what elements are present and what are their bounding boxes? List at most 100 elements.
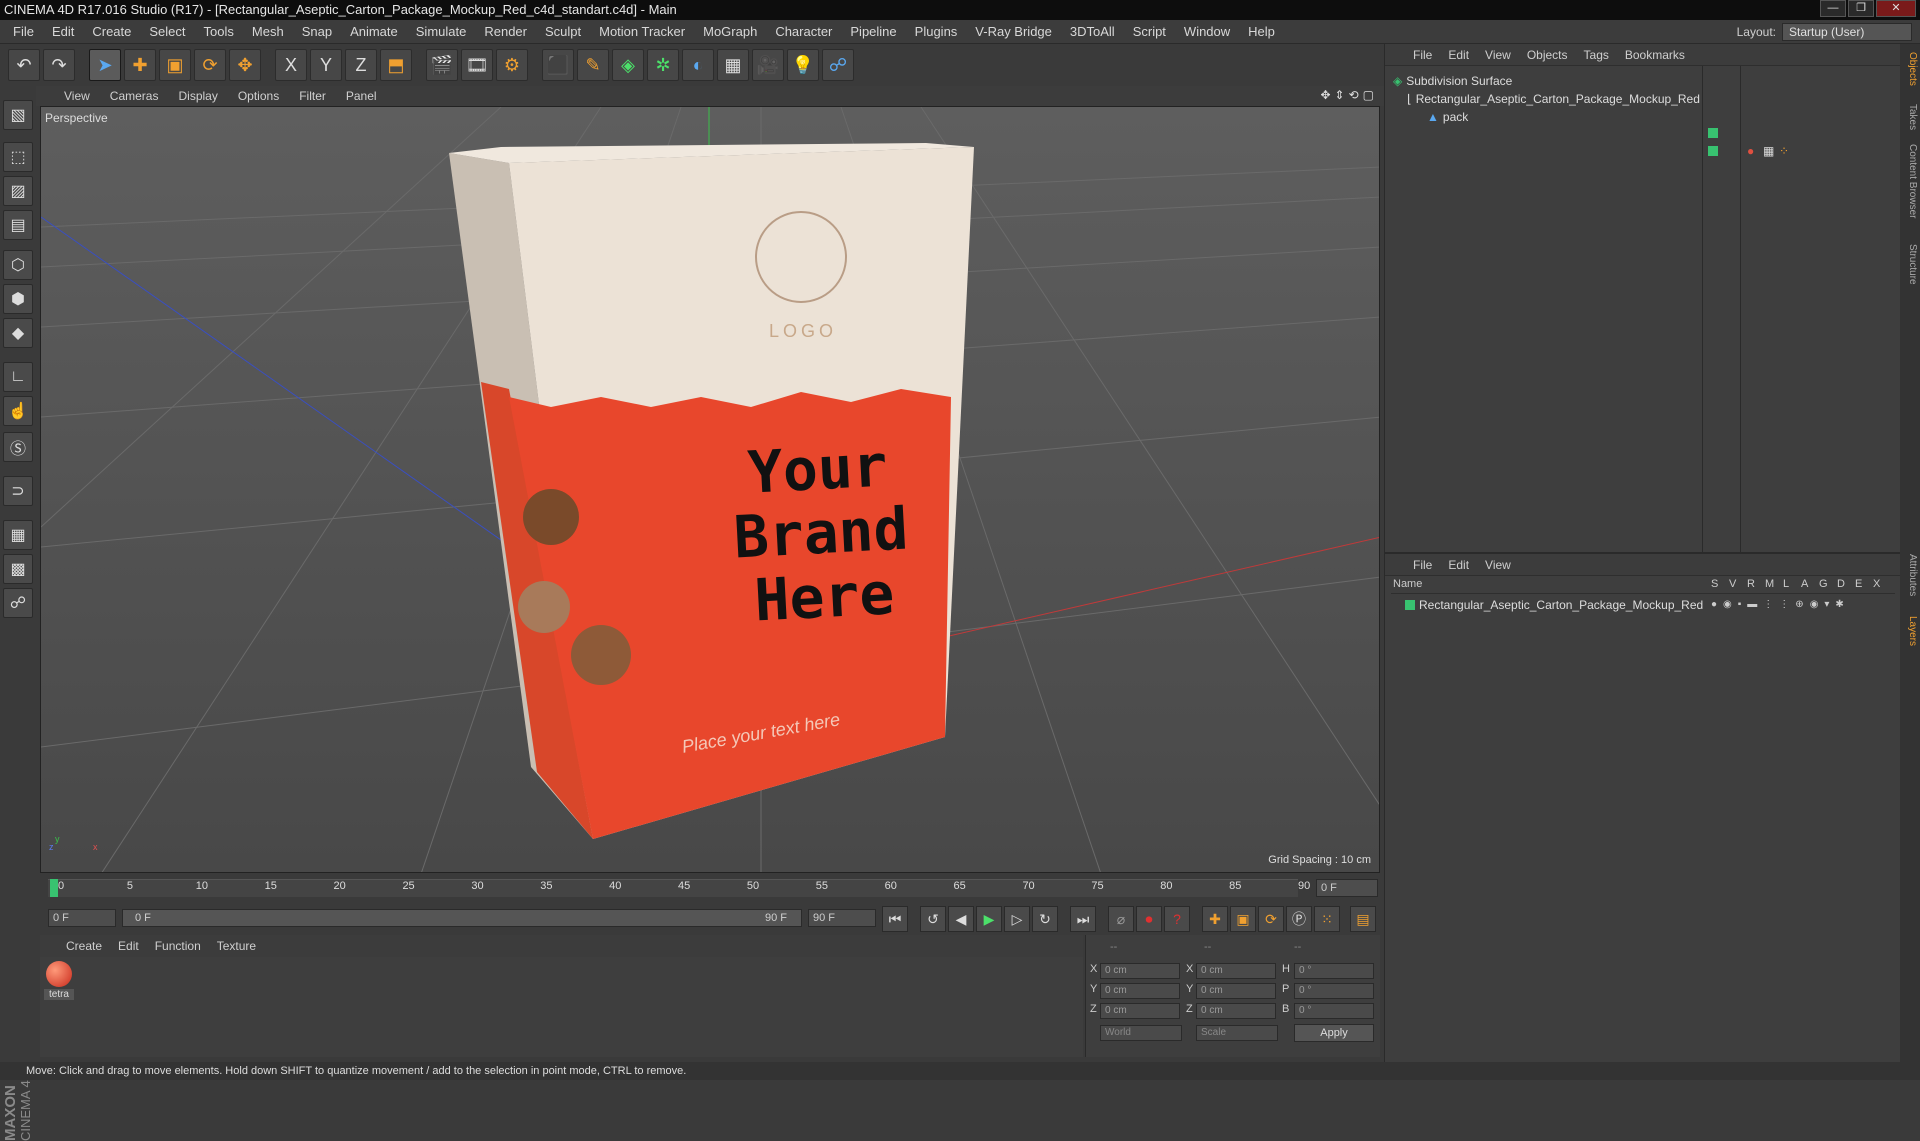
model-mode-icon[interactable]: ⬚ [3, 142, 33, 172]
light-button[interactable]: 💡 [787, 49, 819, 81]
dolly-icon[interactable]: ⇕ [1335, 88, 1345, 102]
pen-spline-button[interactable]: ✎ [577, 49, 609, 81]
menu-simulate[interactable]: Simulate [407, 20, 476, 44]
key-param-icon[interactable]: Ⓟ [1286, 906, 1312, 932]
menu-character[interactable]: Character [766, 20, 841, 44]
objmgr-menu-bookmarks[interactable]: Bookmarks [1625, 48, 1685, 62]
menu-file[interactable]: File [4, 20, 43, 44]
size-x-field[interactable]: 0 cm [1196, 963, 1276, 979]
menu-script[interactable]: Script [1124, 20, 1175, 44]
go-to-end-icon[interactable]: ⏭ [1070, 906, 1096, 932]
point-mode-icon[interactable]: ⬡ [3, 250, 33, 280]
pos-x-field[interactable]: 0 cm [1100, 963, 1180, 979]
timeline-ruler[interactable]: 0 5 10 15 20 25 30 35 40 45 50 55 60 65 70 75 80 85 90 0 F [40, 873, 1380, 901]
tweak-mode-icon[interactable]: ☝ [3, 396, 33, 426]
maximize-button[interactable]: ❐ [1848, 0, 1874, 17]
menu-render[interactable]: Render [475, 20, 536, 44]
menu-3dtoall[interactable]: 3DToAll [1061, 20, 1124, 44]
menu-help[interactable]: Help [1239, 20, 1284, 44]
axis-mode-icon[interactable]: ∟ [3, 362, 33, 392]
apply-button[interactable]: Apply [1294, 1024, 1374, 1042]
snap-icon[interactable]: ⊃ [3, 476, 33, 506]
layermgr-menu-file[interactable]: File [1413, 558, 1432, 572]
y-axis-button[interactable]: Y [310, 49, 342, 81]
coord-space-dropdown[interactable]: World [1100, 1025, 1182, 1041]
menu-plugins[interactable]: Plugins [906, 20, 967, 44]
workplane-icon[interactable]: ▤ [3, 210, 33, 240]
objmgr-menu-objects[interactable]: Objects [1527, 48, 1568, 62]
timeline-window-icon[interactable]: ▤ [1350, 906, 1376, 932]
record-keys-icon[interactable]: ⌀ [1108, 906, 1134, 932]
select-tool-button[interactable]: ➤ [89, 49, 121, 81]
layout-dropdown[interactable]: Startup (User) [1782, 23, 1912, 41]
viewport-menu-view[interactable]: View [64, 89, 90, 103]
edge-mode-icon[interactable]: ⬢ [3, 284, 33, 314]
object-row-subdivision[interactable]: ◈ Subdivision Surface [1393, 72, 1512, 90]
keyframe-selection-icon[interactable]: ? [1164, 906, 1190, 932]
size-y-field[interactable]: 0 cm [1196, 983, 1276, 999]
menu-vray-bridge[interactable]: V-Ray Bridge [966, 20, 1061, 44]
solo-icon[interactable]: Ⓢ [3, 432, 33, 462]
orbit-icon[interactable]: ⟲ [1349, 88, 1359, 102]
next-frame-icon[interactable]: ▷ [1004, 906, 1030, 932]
make-editable-icon[interactable]: ▧ [3, 100, 33, 130]
python-icon[interactable]: ☍ [3, 588, 33, 618]
material-tag-icon[interactable]: ● [1747, 144, 1754, 158]
menu-tools[interactable]: Tools [195, 20, 243, 44]
play-icon[interactable]: ▶ [976, 906, 1002, 932]
rotate-tool-button[interactable]: ⟳ [194, 49, 226, 81]
tab-layers[interactable]: Layers [1902, 616, 1918, 646]
menu-mograph[interactable]: MoGraph [694, 20, 766, 44]
tab-attributes[interactable]: Attributes [1902, 554, 1918, 596]
material-menu-function[interactable]: Function [155, 939, 201, 953]
autokey-icon[interactable]: ⏺ [1136, 906, 1162, 932]
menu-sculpt[interactable]: Sculpt [536, 20, 590, 44]
key-position-icon[interactable]: ✚ [1202, 906, 1228, 932]
layer-color-icon[interactable] [1708, 128, 1718, 138]
rot-h-field[interactable]: 0 ° [1294, 963, 1374, 979]
go-to-start-icon[interactable]: ⏮ [882, 906, 908, 932]
transform-tool-button[interactable]: ✥ [229, 49, 261, 81]
playhead[interactable] [50, 879, 58, 897]
start-frame-field[interactable]: 0 F [48, 909, 116, 927]
menu-pipeline[interactable]: Pipeline [841, 20, 905, 44]
objmgr-menu-view[interactable]: View [1485, 48, 1511, 62]
tab-takes[interactable]: Takes [1902, 104, 1918, 130]
size-z-field[interactable]: 0 cm [1196, 1003, 1276, 1019]
coord-mode-dropdown[interactable]: Scale [1196, 1025, 1278, 1041]
cube-primitive-button[interactable]: ⬛ [542, 49, 574, 81]
key-pla-icon[interactable]: ⁙ [1314, 906, 1340, 932]
menu-window[interactable]: Window [1175, 20, 1239, 44]
coordinate-system-button[interactable]: ⬒ [380, 49, 412, 81]
rot-b-field[interactable]: 0 ° [1294, 1003, 1374, 1019]
redo-button[interactable]: ↷ [43, 49, 75, 81]
minimize-button[interactable]: — [1820, 0, 1846, 17]
render-settings-button[interactable]: ⚙ [496, 49, 528, 81]
workplane-lock-icon[interactable]: ▦ [3, 520, 33, 550]
menu-snap[interactable]: Snap [293, 20, 341, 44]
material-menu-edit[interactable]: Edit [118, 939, 139, 953]
menu-animate[interactable]: Animate [341, 20, 407, 44]
move-tool-button[interactable]: ✚ [124, 49, 156, 81]
phong-tag-icon[interactable]: ⁘ [1779, 144, 1789, 158]
menu-create[interactable]: Create [83, 20, 140, 44]
viewport-menu-panel[interactable]: Panel [346, 89, 377, 103]
viewport-menu-cameras[interactable]: Cameras [110, 89, 159, 103]
tab-structure[interactable]: Structure [1902, 244, 1918, 285]
menu-motion-tracker[interactable]: Motion Tracker [590, 20, 694, 44]
prev-key-icon[interactable]: ↺ [920, 906, 946, 932]
viewport-menu-options[interactable]: Options [238, 89, 279, 103]
render-picture-button[interactable]: 🎞 [461, 49, 493, 81]
layer-row[interactable]: Rectangular_Aseptic_Carton_Package_Mocku… [1405, 596, 1703, 614]
mograph-cloner-button[interactable]: ✲ [647, 49, 679, 81]
layermgr-menu-view[interactable]: View [1485, 558, 1511, 572]
texture-mode-icon[interactable]: ▨ [3, 176, 33, 206]
polygon-mode-icon[interactable]: ◆ [3, 318, 33, 348]
pos-z-field[interactable]: 0 cm [1100, 1003, 1180, 1019]
scale-tool-button[interactable]: ▣ [159, 49, 191, 81]
z-axis-button[interactable]: Z [345, 49, 377, 81]
rot-p-field[interactable]: 0 ° [1294, 983, 1374, 999]
floor-button[interactable]: ▦ [717, 49, 749, 81]
object-row-group[interactable]: ⌊ Rectangular_Aseptic_Carton_Package_Moc… [1407, 90, 1700, 108]
workplane-snap-icon[interactable]: ▩ [3, 554, 33, 584]
